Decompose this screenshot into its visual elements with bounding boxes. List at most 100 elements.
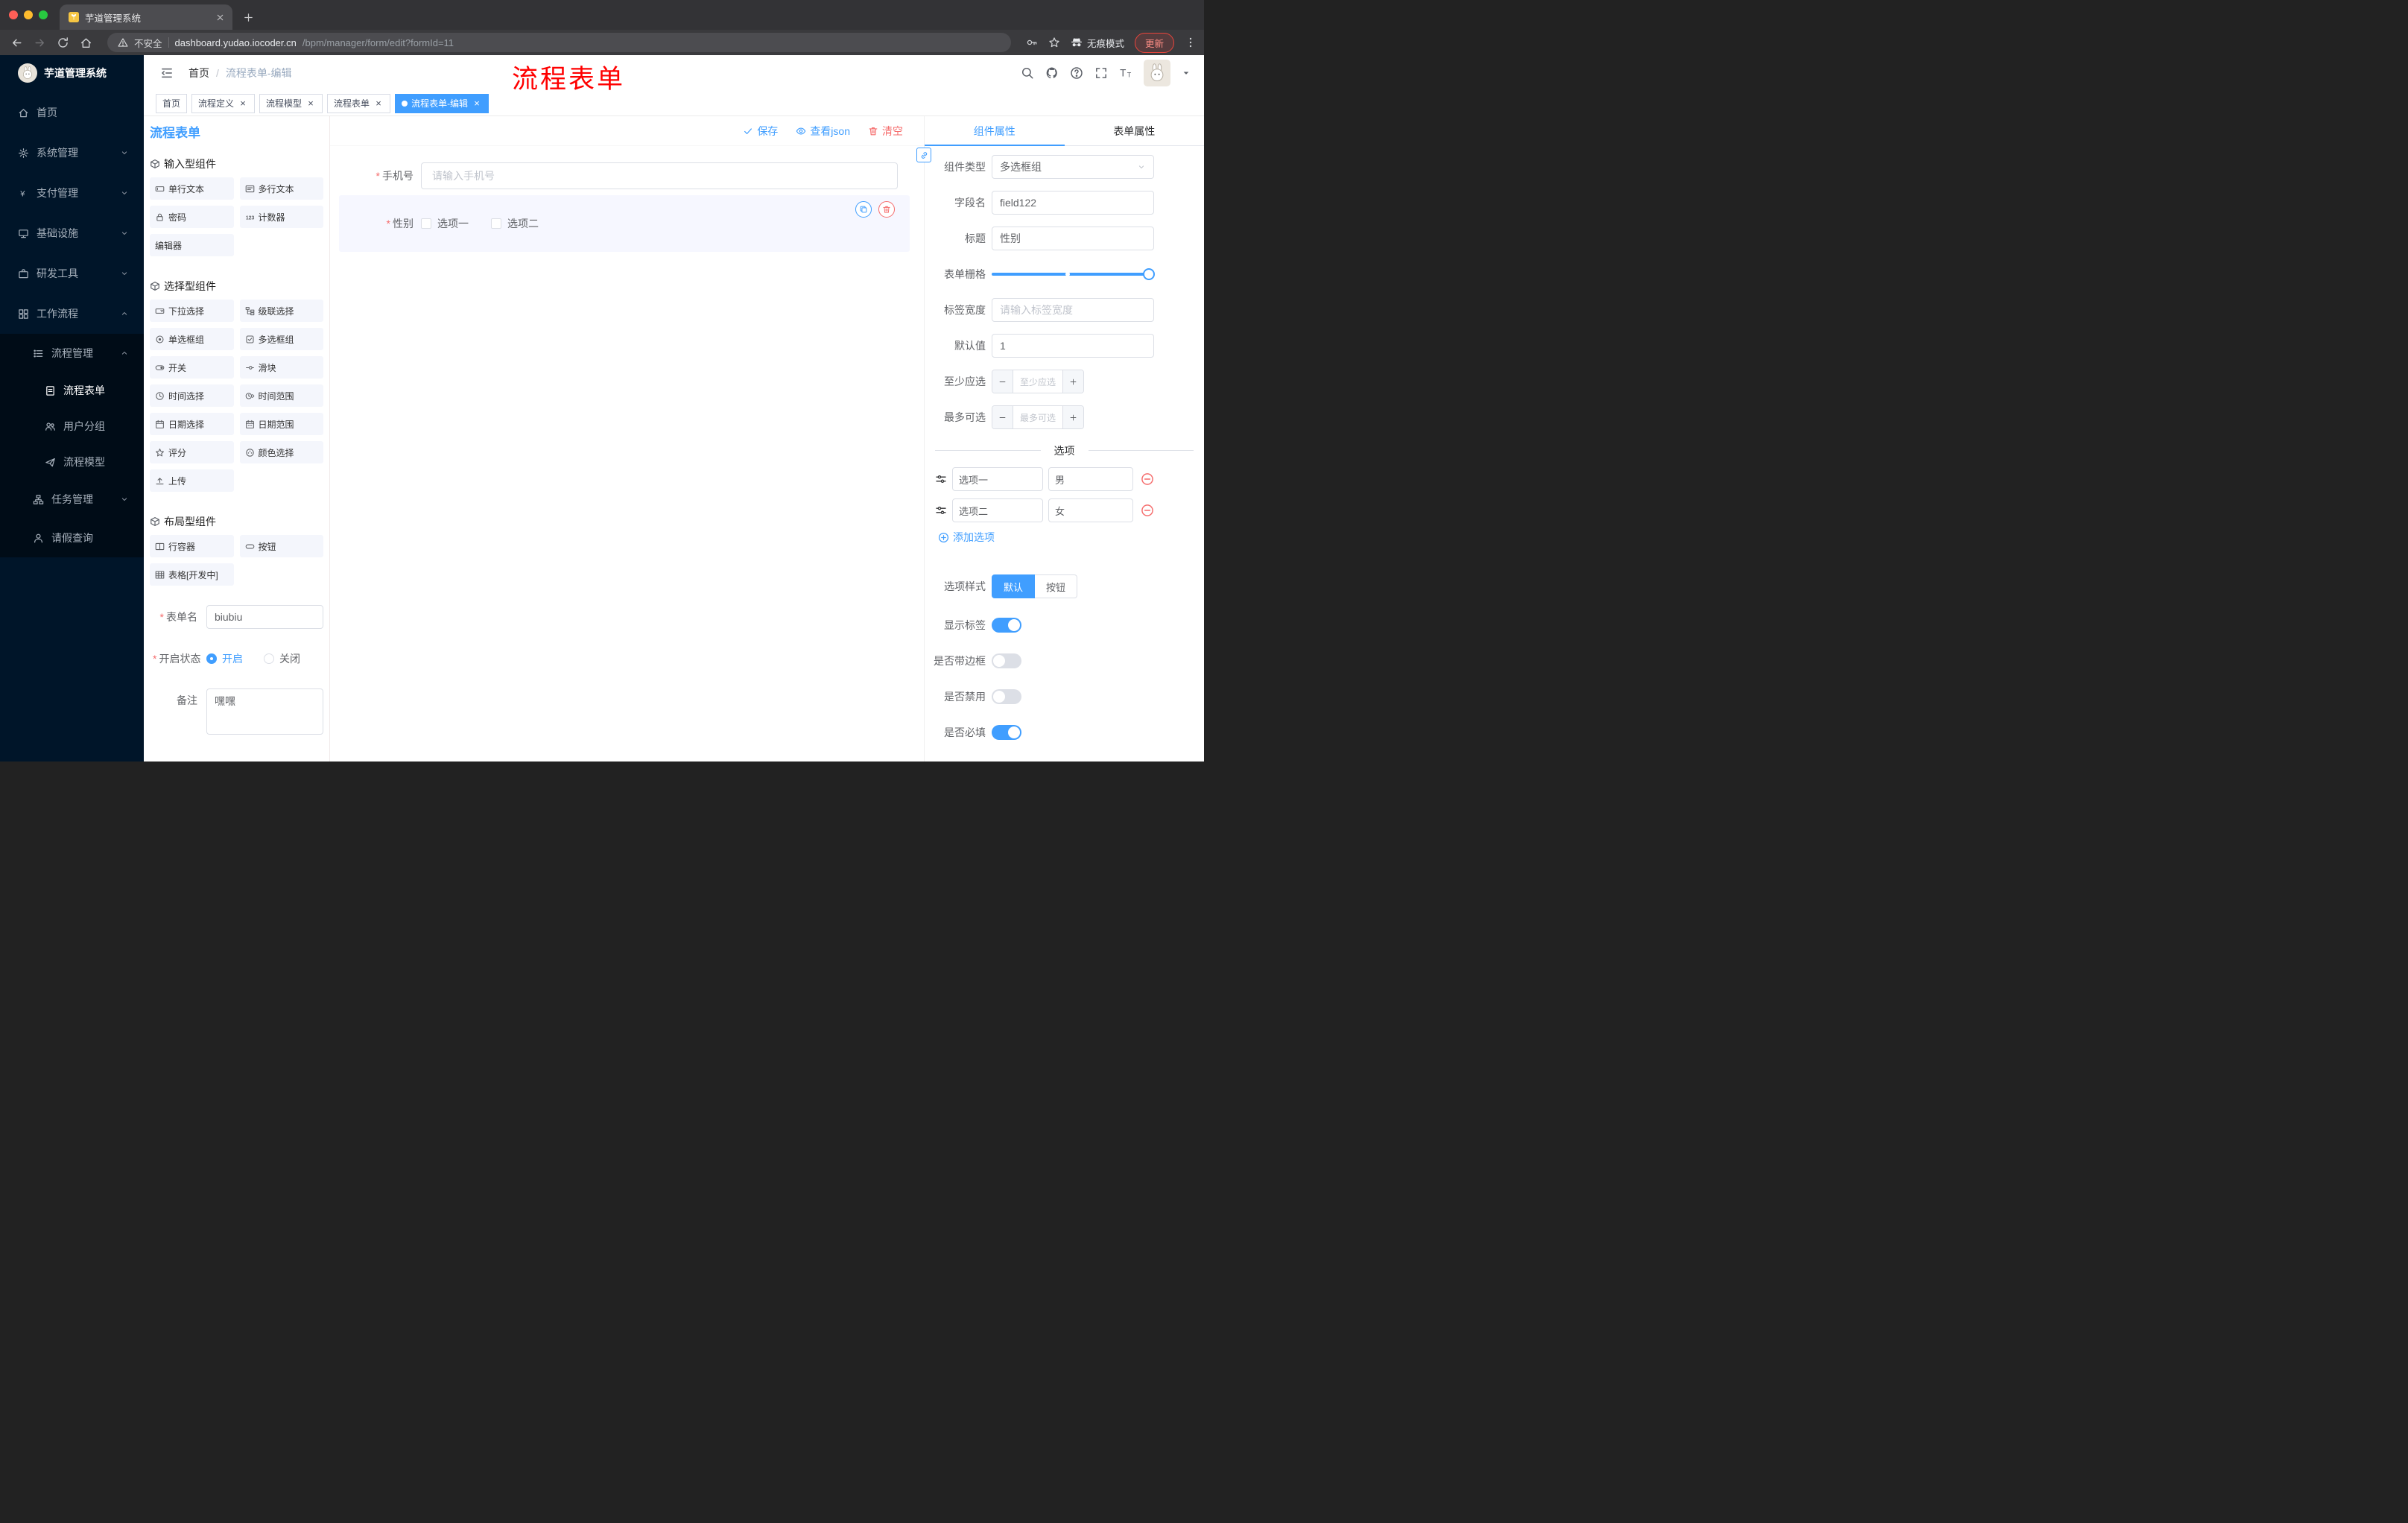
component-chip-1-8[interactable]: 日期选择: [150, 413, 234, 435]
component-chip-1-1[interactable]: 级联选择: [239, 300, 323, 322]
remark-textarea[interactable]: 嘿嘿: [206, 688, 323, 735]
tag-close-icon[interactable]: ×: [472, 98, 482, 108]
sidebar-item-10[interactable]: 任务管理: [0, 480, 144, 519]
github-icon[interactable]: [1045, 66, 1059, 80]
option-value-input[interactable]: [1048, 467, 1133, 491]
tag-close-icon[interactable]: ×: [238, 98, 248, 108]
window-close-button[interactable]: [9, 10, 18, 19]
component-chip-1-3[interactable]: 多选框组: [239, 328, 323, 350]
field-name-input[interactable]: [992, 191, 1154, 215]
breadcrumb-home[interactable]: 首页: [188, 66, 209, 80]
increase-button[interactable]: [1062, 370, 1083, 393]
grid-slider[interactable]: [992, 262, 1155, 286]
component-chip-1-0[interactable]: 下拉选择: [150, 300, 234, 322]
warning-icon[interactable]: [118, 37, 128, 48]
component-chip-0-2[interactable]: 密码: [150, 206, 234, 228]
option-value-input[interactable]: [1048, 498, 1133, 522]
sidebar-item-9[interactable]: 流程模型: [0, 444, 144, 480]
toggle-3[interactable]: [992, 725, 1021, 740]
tab-form-props[interactable]: 表单属性: [1065, 116, 1205, 145]
sidebar-item-7[interactable]: 流程表单: [0, 373, 144, 408]
component-chip-0-4[interactable]: 编辑器: [150, 234, 234, 256]
component-chip-1-10[interactable]: 评分: [150, 441, 234, 463]
form-name-input[interactable]: [206, 605, 323, 629]
address-bar[interactable]: 不安全 dashboard.yudao.iocoder.cn/bpm/manag…: [107, 33, 1011, 52]
max-select-placeholder[interactable]: 最多可选: [1013, 406, 1062, 428]
tag-0[interactable]: 首页: [156, 93, 188, 113]
component-chip-1-4[interactable]: 开关: [150, 356, 234, 379]
sidebar-item-1[interactable]: 系统管理: [0, 133, 144, 173]
fullscreen-icon[interactable]: [1094, 66, 1108, 80]
radio-closed[interactable]: 关闭: [264, 651, 300, 666]
tag-close-icon[interactable]: ×: [305, 98, 316, 108]
menu-fold-icon[interactable]: [160, 66, 174, 80]
browser-menu-icon[interactable]: [1185, 37, 1197, 48]
tag-4[interactable]: 流程表单-编辑 ×: [395, 93, 489, 113]
slider-handle[interactable]: [1143, 268, 1155, 280]
clear-button[interactable]: 清空: [868, 124, 903, 139]
app-logo[interactable]: 芋道管理系统: [0, 55, 144, 91]
browser-home-icon[interactable]: [80, 37, 92, 49]
forward-icon[interactable]: [34, 37, 46, 49]
avatar[interactable]: [1144, 60, 1170, 86]
component-type-select[interactable]: 多选框组: [992, 155, 1154, 179]
default-value-input[interactable]: [992, 334, 1154, 358]
browser-tab[interactable]: 芋道管理系统: [60, 4, 232, 30]
sidebar-item-4[interactable]: 研发工具: [0, 253, 144, 294]
operation-icon[interactable]: [935, 473, 947, 485]
component-chip-1-11[interactable]: 颜色选择: [239, 441, 323, 463]
search-icon[interactable]: [1021, 66, 1034, 80]
font-size-icon[interactable]: TT: [1119, 66, 1132, 80]
sidebar-item-0[interactable]: 首页: [0, 92, 144, 133]
operation-icon[interactable]: [935, 504, 947, 516]
component-chip-1-7[interactable]: 时间范围: [239, 384, 323, 407]
checkbox-option-0[interactable]: 选项一: [421, 216, 469, 231]
sidebar-item-8[interactable]: 用户分组: [0, 408, 144, 444]
toggle-0[interactable]: [992, 618, 1021, 633]
window-minimize-button[interactable]: [24, 10, 33, 19]
remove-option-icon[interactable]: [1141, 504, 1154, 517]
decrease-button[interactable]: [992, 406, 1013, 428]
component-chip-0-3[interactable]: 123 计数器: [239, 206, 323, 228]
toggle-1[interactable]: [992, 653, 1021, 668]
tab-close-icon[interactable]: [215, 13, 225, 22]
link-icon[interactable]: [916, 148, 931, 162]
update-button[interactable]: 更新: [1134, 32, 1174, 53]
password-manager-icon[interactable]: [1026, 37, 1038, 48]
checkbox-option-1[interactable]: 选项二: [491, 216, 539, 231]
sidebar-item-6[interactable]: 流程管理: [0, 334, 144, 373]
phone-input[interactable]: [421, 162, 898, 189]
component-chip-1-6[interactable]: 时间选择: [150, 384, 234, 407]
bookmark-star-icon[interactable]: [1048, 37, 1060, 48]
component-chip-1-12[interactable]: 上传: [150, 469, 234, 492]
sidebar-item-3[interactable]: 基础设施: [0, 213, 144, 253]
tab-component-props[interactable]: 组件属性: [925, 116, 1065, 146]
component-chip-2-2[interactable]: 表格[开发中]: [150, 563, 234, 586]
option-name-input[interactable]: [952, 467, 1043, 491]
sidebar-item-2[interactable]: ¥ 支付管理: [0, 173, 144, 213]
copy-field-button[interactable]: [855, 201, 872, 218]
tag-1[interactable]: 流程定义 ×: [191, 93, 256, 113]
remove-option-icon[interactable]: [1141, 472, 1154, 486]
tag-3[interactable]: 流程表单 ×: [327, 93, 391, 113]
toggle-2[interactable]: [992, 689, 1021, 704]
component-chip-2-1[interactable]: 按钮: [239, 535, 323, 557]
tag-2[interactable]: 流程模型 ×: [259, 93, 323, 113]
checkbox-box[interactable]: [491, 218, 501, 229]
window-zoom-button[interactable]: [39, 10, 48, 19]
new-tab-button[interactable]: [243, 12, 254, 23]
option-name-input[interactable]: [952, 498, 1043, 522]
sidebar-item-5[interactable]: 工作流程: [0, 294, 144, 334]
tag-close-icon[interactable]: ×: [373, 98, 384, 108]
title-input[interactable]: [992, 227, 1154, 250]
delete-field-button[interactable]: [878, 201, 895, 218]
checkbox-box[interactable]: [421, 218, 431, 229]
caret-down-icon[interactable]: [1182, 69, 1191, 77]
field-gender-selected[interactable]: 性别 选项一 选项二: [339, 195, 910, 252]
option-style-button[interactable]: 按钮: [1035, 574, 1078, 598]
component-chip-1-5[interactable]: 滑块: [239, 356, 323, 379]
component-chip-0-0[interactable]: 单行文本: [150, 177, 234, 200]
component-chip-2-0[interactable]: 行容器: [150, 535, 234, 557]
decrease-button[interactable]: [992, 370, 1013, 393]
label-width-input[interactable]: [992, 298, 1154, 322]
